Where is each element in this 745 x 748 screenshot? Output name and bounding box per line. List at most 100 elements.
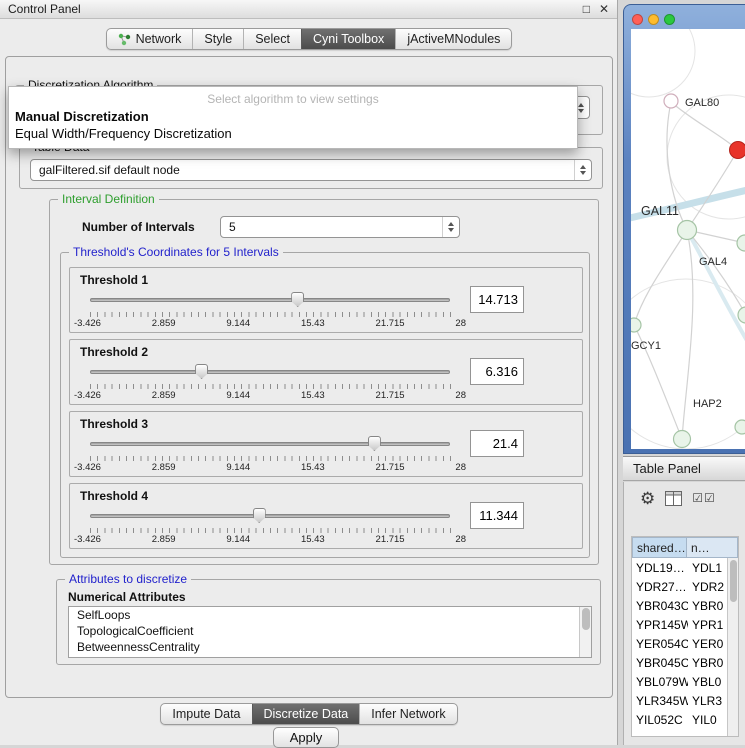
tab-select[interactable]: Select: [243, 29, 301, 49]
network-node[interactable]: [674, 431, 691, 448]
zoom-traffic-light-icon[interactable]: [664, 14, 675, 25]
network-node[interactable]: [664, 94, 678, 108]
table-row[interactable]: YIL052CYIL0: [632, 710, 738, 729]
table-cell[interactable]: YBR0: [688, 653, 729, 672]
table-rows: YDL19…YDL1YDR27…YDR2YBR043CYBR0YPR145WYP…: [632, 558, 738, 729]
table-cell[interactable]: YIL0: [688, 710, 729, 729]
scale-tick-label: 28: [455, 534, 466, 545]
threshold-2-panel: Threshold 2 -3.4262.8599.14415.4321.7152…: [69, 339, 583, 405]
column-header-name[interactable]: n…: [687, 537, 738, 558]
column-header-shared[interactable]: shared…: [632, 537, 687, 558]
scale-tick-label: 15.43: [301, 462, 325, 473]
combo-arrows-icon: [442, 217, 459, 237]
select-columns-checkbox-icons[interactable]: ☑☑: [692, 491, 716, 505]
slider-track[interactable]: [90, 370, 450, 374]
table-row[interactable]: YPR145WYPR1: [632, 615, 738, 634]
table-cell[interactable]: YDL1: [688, 558, 729, 577]
table-cell[interactable]: YBR0: [688, 596, 729, 615]
tab-impute-data[interactable]: Impute Data: [161, 704, 251, 724]
threshold-2-slider[interactable]: [90, 364, 450, 380]
slider-thumb[interactable]: [253, 508, 266, 523]
slider-thumb[interactable]: [291, 292, 304, 307]
attribute-item[interactable]: BetweennessCentrality: [69, 639, 591, 655]
table-row[interactable]: YDR27…YDR2: [632, 577, 738, 596]
attributes-group-title: Attributes to discretize: [65, 572, 191, 586]
network-node-selected[interactable]: [730, 142, 745, 159]
table-cell[interactable]: YIL052C: [632, 710, 688, 729]
tab-jactivemnodules-label: jActiveMNodules: [407, 32, 500, 46]
threshold-1-label: Threshold 1: [80, 273, 148, 287]
dropdown-option-manual-discretization[interactable]: Manual Discretization: [9, 108, 577, 125]
numerical-attributes-list[interactable]: SelfLoopsTopologicalCoefficientBetweenne…: [68, 606, 592, 658]
slider-track[interactable]: [90, 442, 450, 446]
slider-track[interactable]: [90, 514, 450, 518]
gear-icon[interactable]: ⚙: [640, 490, 655, 507]
table-cell[interactable]: YLR3: [688, 691, 729, 710]
slider-track[interactable]: [90, 298, 450, 302]
close-traffic-light-icon[interactable]: [632, 14, 643, 25]
scrollbar-thumb[interactable]: [582, 608, 590, 630]
number-of-intervals-combobox[interactable]: 5: [220, 216, 460, 238]
network-node[interactable]: [735, 420, 745, 434]
threshold-3-value-field[interactable]: 21.4: [470, 430, 524, 457]
tab-style[interactable]: Style: [192, 29, 243, 49]
dropdown-option-equal-width-frequency[interactable]: Equal Width/Frequency Discretization: [9, 125, 577, 142]
threshold-1-panel: Threshold 1 -3.4262.8599.14415.4321.7152…: [69, 267, 583, 333]
table-row[interactable]: YDL19…YDL1: [632, 558, 738, 577]
threshold-4-value-field[interactable]: 11.344: [470, 502, 524, 529]
table-cell[interactable]: YLR345W: [632, 691, 688, 710]
tab-infer-network[interactable]: Infer Network: [359, 704, 456, 724]
slider-thumb[interactable]: [195, 364, 208, 379]
table-cell[interactable]: YDL19…: [632, 558, 688, 577]
threshold-4-label: Threshold 4: [80, 489, 148, 503]
titlebar: Control Panel □ ✕: [0, 0, 617, 19]
table-panel-body: ⚙ ☑☑ shared… n… YDL19…YDL1YDR27…YDR2YBR0…: [623, 482, 745, 745]
table-cell[interactable]: YDR27…: [632, 577, 688, 596]
threshold-3-slider[interactable]: [90, 436, 450, 452]
table-cell[interactable]: YBR043C: [632, 596, 688, 615]
network-canvas[interactable]: GAL80 GAL11 GAL4 GCY1 HAP2: [631, 29, 745, 449]
slider-thumb[interactable]: [368, 436, 381, 451]
float-window-icon[interactable]: □: [583, 2, 590, 16]
table-scrollbar[interactable]: [727, 558, 738, 736]
column-selector-icon[interactable]: [665, 491, 682, 506]
network-node[interactable]: [738, 307, 745, 323]
table-cell[interactable]: YPR145W: [632, 615, 688, 634]
table-cell[interactable]: YBL0: [688, 672, 729, 691]
threshold-4-slider[interactable]: [90, 508, 450, 524]
list-scrollbar[interactable]: [579, 607, 591, 657]
attribute-item[interactable]: SelfLoops: [69, 607, 591, 623]
table-cell[interactable]: YPR1: [688, 615, 729, 634]
minimize-traffic-light-icon[interactable]: [648, 14, 659, 25]
network-node[interactable]: [631, 318, 641, 332]
number-of-intervals-value: 5: [229, 220, 236, 234]
threshold-1-slider[interactable]: [90, 292, 450, 308]
scale-tick-label: 9.144: [226, 534, 250, 545]
table-data-combobox[interactable]: galFiltered.sif default node: [30, 159, 592, 181]
close-icon[interactable]: ✕: [599, 2, 609, 16]
table-row[interactable]: YBL079WYBL0: [632, 672, 738, 691]
tab-cyni-toolbox[interactable]: Cyni Toolbox: [301, 29, 395, 49]
node-label-gcy1: GCY1: [631, 340, 661, 352]
tab-network[interactable]: Network: [107, 29, 193, 49]
table-row[interactable]: YLR345WYLR3: [632, 691, 738, 710]
threshold-2-value-field[interactable]: 6.316: [470, 358, 524, 385]
table-cell[interactable]: YER0: [688, 634, 729, 653]
table-cell[interactable]: YER054C: [632, 634, 688, 653]
table-row[interactable]: YBR045CYBR0: [632, 653, 738, 672]
tab-jactivemnodules[interactable]: jActiveMNodules: [395, 29, 511, 49]
window-title: Control Panel: [8, 2, 81, 16]
table-row[interactable]: YER054CYER0: [632, 634, 738, 653]
threshold-1-value-field[interactable]: 14.713: [470, 286, 524, 313]
attribute-item[interactable]: TopologicalCoefficient: [69, 623, 591, 639]
dropdown-placeholder-option[interactable]: Select algorithm to view settings: [9, 90, 577, 108]
table-cell[interactable]: YBL079W: [632, 672, 688, 691]
scrollbar-thumb[interactable]: [730, 560, 737, 602]
network-node[interactable]: [737, 235, 745, 251]
table-header-row: shared… n…: [632, 537, 738, 558]
table-row[interactable]: YBR043CYBR0: [632, 596, 738, 615]
network-node[interactable]: [678, 221, 697, 240]
table-cell[interactable]: YBR045C: [632, 653, 688, 672]
table-cell[interactable]: YDR2: [688, 577, 729, 596]
tab-discretize-data[interactable]: Discretize Data: [252, 704, 360, 724]
